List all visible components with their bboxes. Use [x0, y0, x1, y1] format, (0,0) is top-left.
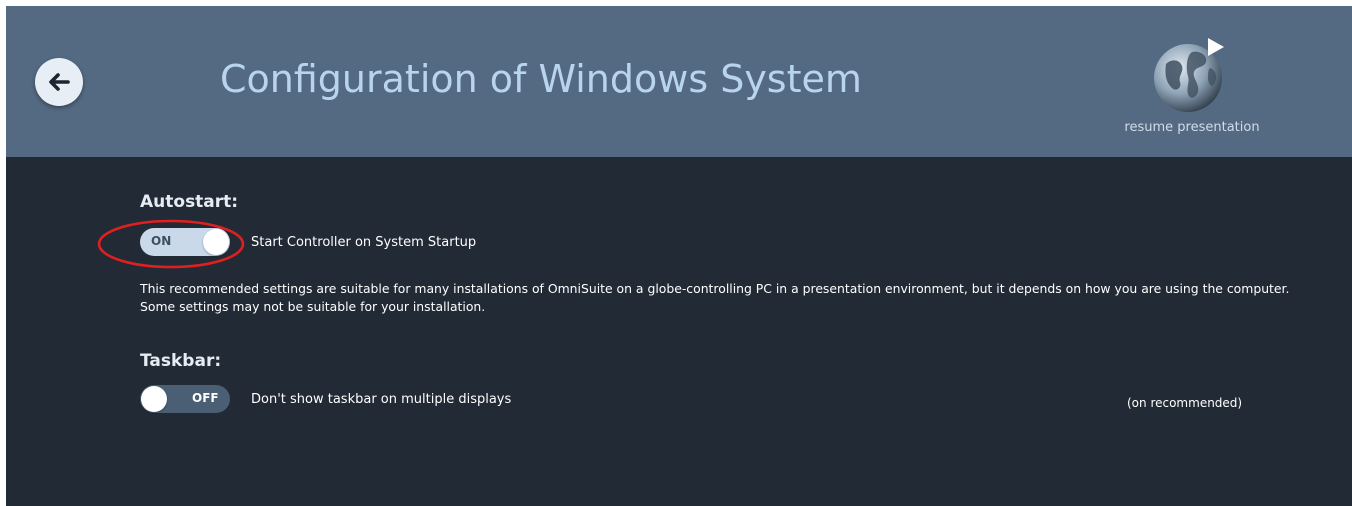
autostart-toggle[interactable]: ON — [140, 228, 230, 256]
taskbar-toggle-state: OFF — [192, 391, 219, 405]
taskbar-section-title: Taskbar: — [140, 351, 222, 371]
taskbar-description: Don't show taskbar on multiple displays — [251, 392, 512, 407]
autostart-section-title: Autostart: — [140, 192, 239, 212]
taskbar-toggle[interactable]: OFF — [140, 385, 230, 413]
taskbar-recommendation: (on recommended) — [1127, 396, 1243, 410]
page-title: Configuration of Windows System — [220, 57, 862, 101]
autostart-description: Start Controller on System Startup — [251, 235, 477, 250]
globe-play-icon — [1154, 38, 1224, 112]
toggle-knob — [203, 229, 229, 255]
info-text: This recommended settings are suitable f… — [140, 281, 1290, 314]
autostart-toggle-state: ON — [151, 234, 172, 248]
arrow-left-icon — [49, 73, 70, 91]
toggle-knob — [141, 386, 167, 412]
header-bar: Configuration of Windows System resume p… — [6, 6, 1352, 157]
resume-presentation-button[interactable]: resume presentation — [1112, 30, 1272, 142]
resume-presentation-label: resume presentation — [1124, 120, 1260, 135]
back-button[interactable] — [35, 58, 83, 106]
settings-window: Configuration of Windows System resume p… — [6, 6, 1352, 506]
